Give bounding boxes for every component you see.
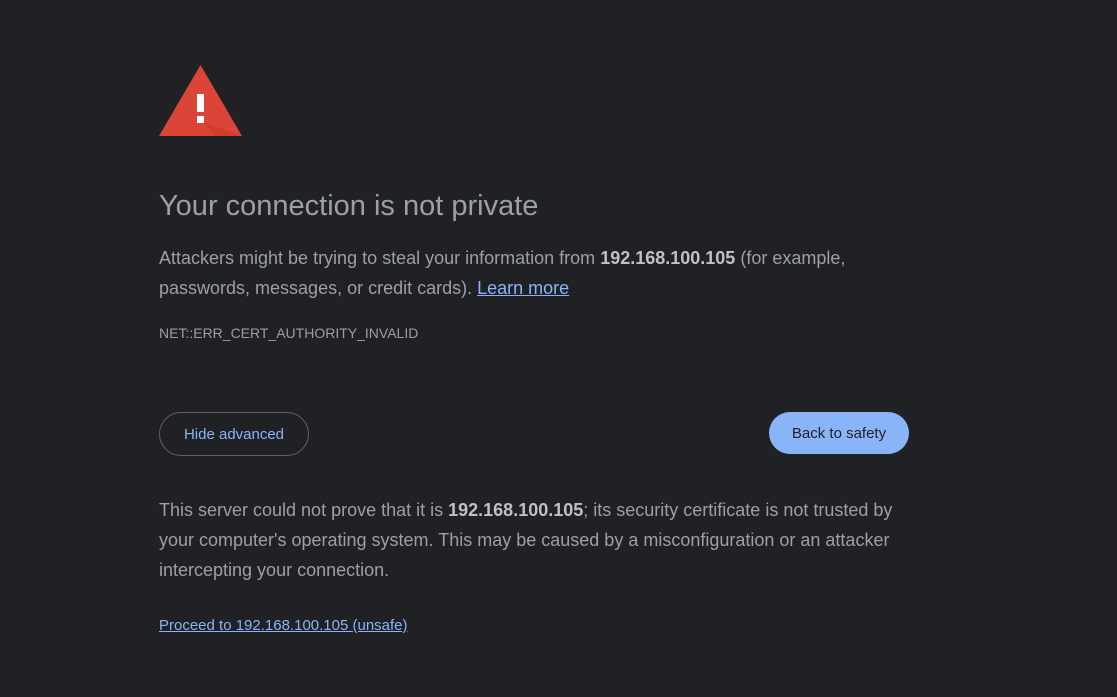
details-host: 192.168.100.105	[448, 500, 584, 520]
error-code: NET::ERR_CERT_AUTHORITY_INVALID	[159, 325, 419, 341]
summary-text-before: Attackers might be trying to steal your …	[159, 248, 601, 268]
summary-host: 192.168.100.105	[600, 248, 736, 268]
warning-triangle-icon	[159, 65, 242, 136]
page-title: Your connection is not private	[159, 190, 539, 222]
learn-more-link[interactable]: Learn more	[477, 278, 569, 298]
details-text: This server could not prove that it is 1…	[159, 495, 909, 585]
details-text-before: This server could not prove that it is	[159, 500, 449, 520]
summary-text: Attackers might be trying to steal your …	[159, 243, 909, 303]
proceed-unsafe-link[interactable]: Proceed to 192.168.100.105 (unsafe)	[159, 617, 408, 634]
back-to-safety-button[interactable]: Back to safety	[769, 412, 909, 454]
hide-advanced-button[interactable]: Hide advanced	[159, 412, 309, 456]
